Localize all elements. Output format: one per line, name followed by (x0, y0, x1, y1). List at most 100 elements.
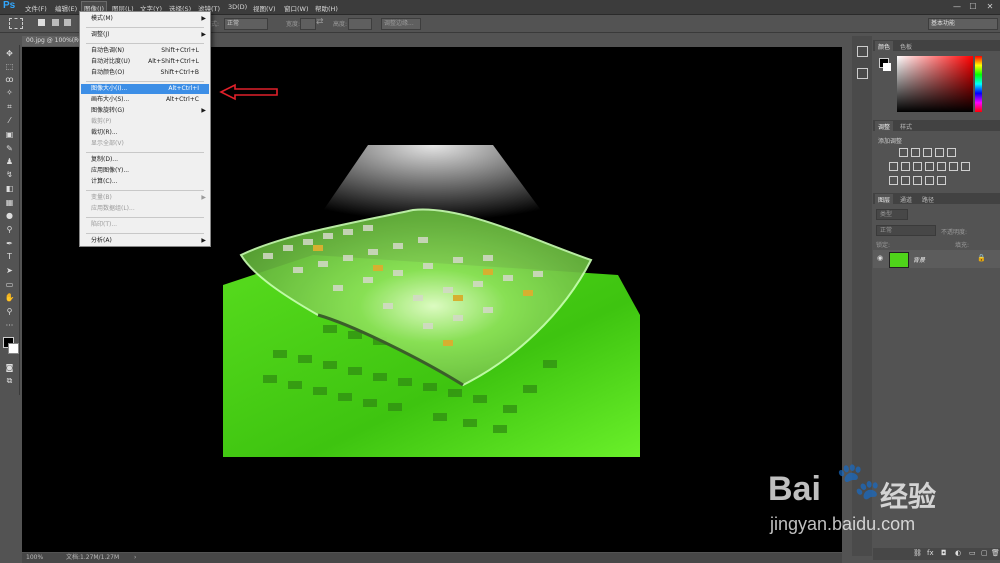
trash-icon[interactable]: 🗑 (991, 549, 1000, 557)
add-selection-icon[interactable] (52, 19, 59, 26)
fx-icon[interactable]: fx (927, 549, 934, 557)
path-select-icon[interactable]: ➤ (4, 266, 15, 275)
move-tool-icon[interactable]: ✥ (4, 49, 15, 58)
healing-brush-icon[interactable]: ▣ (4, 130, 15, 139)
photo-filter-icon[interactable] (925, 162, 934, 171)
tab-channels[interactable]: 通道 (897, 194, 915, 205)
menu-item-6[interactable]: 自动颜色(O) Shift+Ctrl+B (81, 68, 209, 78)
color-lookup-icon[interactable] (949, 162, 958, 171)
gradient-icon[interactable]: ▦ (4, 198, 15, 207)
menu-item-24[interactable]: 分析(A) ▶ (81, 236, 209, 246)
levels-icon[interactable] (911, 148, 920, 157)
menu-item-12[interactable]: 裁切(R)... (81, 128, 209, 138)
exposure-icon[interactable] (935, 148, 944, 157)
history-panel-icon[interactable] (857, 46, 868, 57)
lasso-icon[interactable]: ꝏ (4, 75, 15, 84)
visibility-eye-icon[interactable]: ◉ (877, 254, 883, 262)
refine-edge-button[interactable]: 调整边缘... (381, 18, 421, 30)
layer-name[interactable]: 背景 (913, 255, 925, 264)
eraser-icon[interactable]: ◧ (4, 184, 15, 193)
gradient-map-icon[interactable] (925, 176, 934, 185)
menu-item-4[interactable]: 自动色调(N) Shift+Ctrl+L (81, 46, 209, 56)
layer-filter-select[interactable]: 类型 (876, 209, 908, 220)
color-field[interactable] (897, 56, 973, 112)
status-arrow-icon[interactable]: › (134, 553, 136, 563)
menu-edit[interactable]: 编辑(E) (53, 2, 79, 14)
posterize-icon[interactable] (901, 176, 910, 185)
swap-icon[interactable]: ⇄ (316, 17, 324, 27)
selective-color-icon[interactable] (937, 176, 946, 185)
subtract-selection-icon[interactable] (64, 19, 71, 26)
mask-icon[interactable]: ◘ (941, 549, 947, 557)
magic-wand-icon[interactable]: ✧ (4, 88, 15, 97)
tab-adjustments[interactable]: 调整 (875, 121, 894, 132)
type-icon[interactable]: T (4, 252, 15, 261)
bg-swatch[interactable] (883, 63, 891, 71)
more-tools-icon[interactable]: ··· (4, 321, 15, 330)
curves-icon[interactable] (923, 148, 932, 157)
layers-panel-tabs: 图层 通道 路径 (873, 193, 1000, 205)
tab-swatches[interactable]: 色板 (897, 41, 915, 52)
menu-file[interactable]: 文件(F) (23, 2, 49, 14)
tab-styles[interactable]: 样式 (897, 121, 915, 132)
menu-item-9[interactable]: 画布大小(S)... Alt+Ctrl+C (81, 95, 209, 105)
blend-mode-select[interactable]: 正常 (876, 225, 936, 236)
menu-item-10[interactable]: 图像旋转(G) ▶ (81, 106, 209, 116)
rect-marquee-icon[interactable]: ⬚ (4, 62, 15, 71)
menu-window[interactable]: 窗口(W) (282, 2, 311, 14)
menu-item-16[interactable]: 应用图像(Y)... (81, 166, 209, 176)
hue-sat-icon[interactable] (889, 162, 898, 171)
marquee-tool-icon[interactable] (9, 18, 23, 29)
history-brush-icon[interactable]: ↯ (4, 170, 15, 179)
layer-row-background[interactable]: ◉ 背景 🔒 (873, 250, 1000, 268)
menu-view[interactable]: 视图(V) (251, 2, 278, 14)
tab-layers[interactable]: 图层 (875, 194, 894, 205)
zoom-level[interactable]: 100% (26, 553, 43, 563)
menu-3d[interactable]: 3D(D) (226, 2, 249, 12)
invert-icon[interactable] (889, 176, 898, 185)
folder-icon[interactable]: ▭ (969, 549, 976, 557)
blur-icon[interactable]: ● (4, 211, 15, 220)
maximize-button[interactable]: ☐ (966, 1, 980, 12)
screen-mode-icon[interactable]: ⧉ (4, 376, 15, 385)
bw-icon[interactable] (913, 162, 922, 171)
crop-icon[interactable]: ⌗ (4, 102, 15, 111)
channel-mixer-icon[interactable] (937, 162, 946, 171)
shape-icon[interactable]: ▭ (4, 280, 15, 289)
dodge-icon[interactable]: ⚲ (4, 225, 15, 234)
background-color-swatch[interactable] (8, 343, 19, 354)
pen-icon[interactable]: ✒ (4, 239, 15, 248)
vibrance-icon[interactable] (947, 148, 956, 157)
hue-slider[interactable] (975, 56, 982, 112)
quick-mask-icon[interactable]: ◙ (4, 363, 15, 372)
menu-item-17[interactable]: 计算(C)... (81, 177, 209, 187)
menu-item-0[interactable]: 模式(M) ▶ (81, 14, 209, 24)
width-field[interactable] (300, 18, 316, 30)
eyedropper-icon[interactable]: ⁄ (4, 116, 15, 125)
hand-icon[interactable]: ✋ (4, 293, 15, 302)
tab-paths[interactable]: 路径 (919, 194, 937, 205)
color-balance-icon[interactable] (901, 162, 910, 171)
zoom-icon[interactable]: ⚲ (4, 307, 15, 316)
adjust-layer-icon[interactable]: ◐ (955, 549, 961, 557)
properties-panel-icon[interactable] (857, 68, 868, 79)
menu-item-2[interactable]: 调整(J) ▶ (81, 30, 209, 40)
menu-help[interactable]: 帮助(H) (313, 2, 340, 14)
brightness-icon[interactable] (899, 148, 908, 157)
table-icon[interactable] (961, 162, 970, 171)
workspace-select[interactable]: 基本功能 (928, 18, 998, 30)
menu-item-5[interactable]: 自动对比度(U) Alt+Shift+Ctrl+L (81, 57, 209, 67)
minimize-button[interactable]: — (950, 1, 964, 12)
close-button[interactable]: ✕ (983, 1, 997, 12)
new-layer-icon[interactable]: ▢ (981, 549, 988, 557)
link-layers-icon[interactable]: ⛓ (913, 549, 922, 557)
menu-item-8[interactable]: 图像大小(I)... Alt+Ctrl+I (81, 84, 209, 94)
threshold-icon[interactable] (913, 176, 922, 185)
height-field[interactable] (348, 18, 372, 30)
style-select[interactable]: 正常 (224, 18, 268, 30)
new-selection-icon[interactable] (38, 19, 45, 26)
stamp-icon[interactable]: ♟ (4, 157, 15, 166)
tab-color[interactable]: 颜色 (875, 41, 894, 52)
menu-item-15[interactable]: 复制(D)... (81, 155, 209, 165)
brush-icon[interactable]: ✎ (4, 144, 15, 153)
